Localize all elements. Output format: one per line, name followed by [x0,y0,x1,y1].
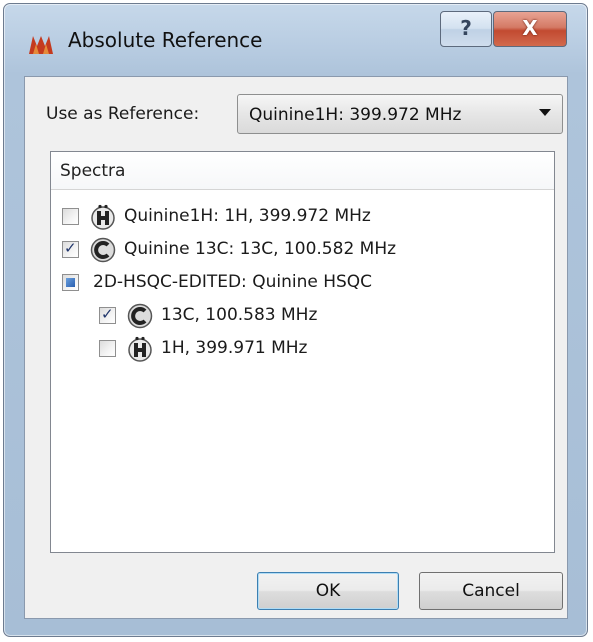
proton-icon [128,336,152,362]
cancel-button[interactable]: Cancel [419,572,563,610]
checkmark-icon: ✓ [64,239,77,257]
checkbox-quinine13c[interactable]: ✓ [62,239,79,258]
help-icon: ? [460,16,472,40]
tree-item-hsqc-1h[interactable]: 1H, 399.971 MHz [99,336,539,364]
tree-item-quinine1h[interactable]: Quinine1H: 1H, 399.972 MHz [62,204,542,232]
tree-item-quinine13c[interactable]: ✓ Quinine 13C: 13C, 100.582 MHz [62,237,542,265]
tree-item-hsqc-13c[interactable]: ✓ 13C, 100.583 MHz [99,303,539,331]
carbon-icon [90,237,116,263]
partial-check-icon [66,278,75,287]
title-bar[interactable]: Absolute Reference ? X [4,4,587,76]
help-button[interactable]: ? [440,11,492,47]
dialog-window: Absolute Reference ? X Use as Reference:… [3,3,588,637]
tree-item-label: 1H, 399.971 MHz [161,338,308,358]
spectra-list[interactable]: Spectra Quinine1H: 1H, 399.972 MHz ✓ Qui… [50,151,555,553]
close-button[interactable]: X [493,11,567,47]
tree-item-label: 13C, 100.583 MHz [161,305,318,325]
tree-item-hsqc[interactable]: 2D-HSQC-EDITED: Quinine HSQC [62,270,542,298]
carbon-icon [127,303,153,329]
checkbox-quinine1h[interactable] [62,208,79,225]
tree-item-label: Quinine 13C: 13C, 100.582 MHz [124,239,397,259]
proton-icon [91,204,115,230]
tree-item-label: 2D-HSQC-EDITED: Quinine HSQC [93,272,373,292]
checkmark-icon: ✓ [101,305,114,323]
app-logo-icon [29,36,53,54]
reference-selected-value: Quinine1H: 399.972 MHz [249,105,462,125]
checkbox-hsqc[interactable] [62,274,79,291]
window-title: Absolute Reference [68,28,263,52]
reference-select[interactable]: Quinine1H: 399.972 MHz [237,94,563,134]
spectra-column-header[interactable]: Spectra [51,152,554,190]
checkbox-hsqc-1h[interactable] [99,340,116,357]
checkbox-hsqc-13c[interactable]: ✓ [99,305,116,324]
ok-button[interactable]: OK [257,572,399,610]
tree-item-label: Quinine1H: 1H, 399.972 MHz [124,206,371,226]
dropdown-arrow-icon[interactable] [539,109,551,116]
spectra-header-label: Spectra [60,161,126,181]
close-icon: X [522,16,538,40]
dialog-body: Use as Reference: Quinine1H: 399.972 MHz… [24,76,568,619]
reference-label: Use as Reference: [46,104,200,124]
